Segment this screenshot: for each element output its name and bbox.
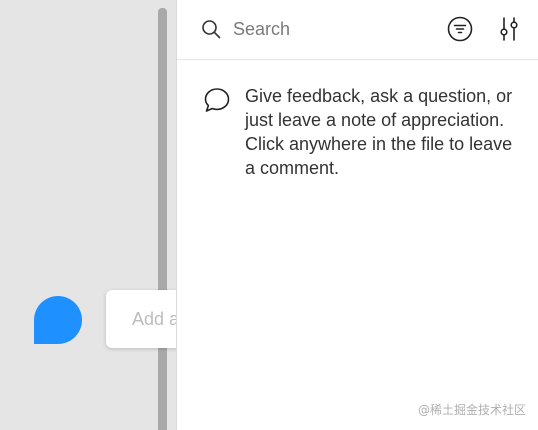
watermark: @稀土掘金技术社区 (417, 403, 526, 417)
sliders-icon[interactable] (497, 16, 521, 42)
comment-pin[interactable] (34, 296, 82, 344)
empty-state-message: Give feedback, ask a question, or just l… (245, 86, 513, 178)
speech-bubble-icon (204, 88, 230, 112)
filter-icon[interactable] (447, 16, 473, 42)
comments-panel-header (177, 0, 538, 60)
comments-panel: Give feedback, ask a question, or just l… (176, 0, 538, 430)
canvas-scrollbar[interactable] (158, 8, 167, 430)
search-icon (202, 20, 221, 39)
search-input[interactable] (233, 16, 433, 42)
